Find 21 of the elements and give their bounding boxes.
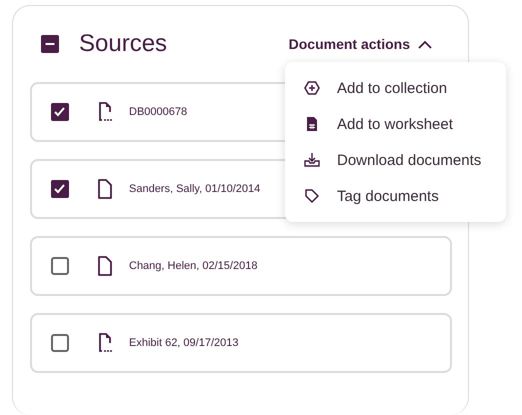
pdf-file-icon [97,332,113,354]
document-checkbox[interactable] [51,103,69,121]
hexagon-plus-icon [304,80,320,96]
document-row[interactable]: Exhibit 62, 09/17/2013 [30,313,452,373]
spreadsheet-icon [306,116,318,132]
document-checkbox[interactable] [51,180,69,198]
document-name: Exhibit 62, 09/17/2013 [129,337,238,349]
select-all-checkbox[interactable] [41,35,59,53]
file-icon [97,178,113,200]
download-icon [304,152,320,168]
document-checkbox[interactable] [51,334,69,352]
document-name: Sanders, Sally, 01/10/2014 [129,183,260,195]
document-row[interactable]: Chang, Helen, 02/15/2018 [30,236,452,296]
document-actions-button[interactable]: Document actions [288,36,452,52]
document-checkbox[interactable] [51,257,69,275]
document-name: DB0000678 [129,106,188,118]
panel-title: Sources [79,30,168,58]
file-icon [97,255,113,277]
tag-icon [304,188,320,204]
document-name: Chang, Helen, 02/15/2018 [129,260,258,272]
pdf-file-icon [97,101,113,123]
